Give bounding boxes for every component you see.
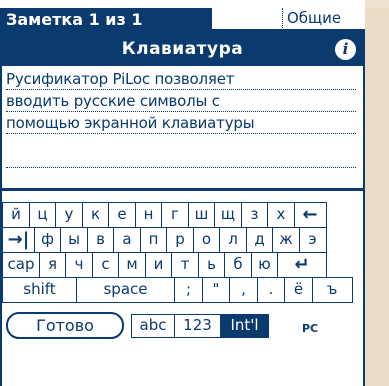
mode-123-button[interactable]: 123 [174,314,221,338]
key[interactable]: з [240,202,269,228]
key[interactable]: . [256,277,286,303]
key[interactable]: " [201,277,231,303]
key[interactable]: р [166,227,194,253]
note-title[interactable]: Заметка 1 из 1 [0,8,212,32]
palm-screen: Заметка 1 из 1 Общие Клавиатура i Русифи… [0,0,365,386]
pc-label: PC [302,322,319,335]
mode-intl-button[interactable]: Int'l [220,314,269,338]
key[interactable]: я [38,252,67,278]
key[interactable]: е [108,202,136,228]
key[interactable]: б [224,252,252,278]
key[interactable]: г [161,202,189,228]
done-button[interactable]: Готово [6,312,124,339]
backspace-key[interactable]: ← [293,202,327,228]
dialog-header: Клавиатура i [0,32,365,66]
keyboard-separator [2,188,363,191]
text-line: вводить русские символы с [6,90,356,112]
key[interactable]: у [55,202,83,228]
key[interactable]: ю [250,252,279,278]
key[interactable]: й [2,202,30,228]
keyboard-row: й ц у к е н г ш щ з х ← [2,202,363,228]
key[interactable]: т [171,252,199,278]
key[interactable]: ь [197,252,226,278]
key[interactable]: а [113,227,141,253]
key[interactable]: ъ [311,277,353,303]
key[interactable]: к [81,202,110,228]
title-bar: Заметка 1 из 1 Общие [0,8,365,32]
note-text-area[interactable]: Русификатор PiLoc позволяет вводить русс… [4,68,361,190]
text-line [6,146,356,168]
key[interactable]: э [298,227,327,253]
desktop-background-top [365,0,389,8]
key[interactable]: в [86,227,115,253]
info-icon[interactable]: i [335,39,356,60]
space-key[interactable]: space [75,277,176,303]
key[interactable]: о [192,227,221,253]
shift-key[interactable]: shift [2,277,77,303]
key[interactable]: и [144,252,173,278]
key[interactable]: , [229,277,258,303]
return-key[interactable]: ↵ [277,252,327,278]
key[interactable]: ; [174,277,203,303]
key[interactable]: м [118,252,146,278]
key[interactable]: ч [65,252,93,278]
text-line: помощью экранной клавиатуры [6,112,356,134]
tab-key[interactable]: →| [2,227,35,253]
key[interactable]: ф [33,227,62,253]
caps-key[interactable]: cap [2,252,40,278]
key[interactable]: ш [187,202,216,228]
key[interactable]: с [91,252,120,278]
key[interactable]: д [245,227,274,253]
desktop-background [365,0,389,386]
text-line: Русификатор PiLoc позволяет [6,68,356,90]
keyboard-row: →| ф ы в а п р о л д ж э [2,227,363,253]
key[interactable]: п [139,227,168,253]
keyboard-row: cap я ч с м и т ь б ю ↵ [2,252,363,278]
key[interactable]: ы [60,227,88,253]
key[interactable]: ё [284,277,313,303]
key[interactable]: ж [272,227,300,253]
key[interactable]: ц [28,202,57,228]
dialog-title: Клавиатура [121,39,244,59]
key[interactable]: л [219,227,247,253]
key[interactable]: х [267,202,295,228]
category-selector[interactable]: Общие [282,8,365,28]
key[interactable]: щ [214,202,242,228]
mode-abc-button[interactable]: abc [131,314,175,338]
key[interactable]: н [134,202,163,228]
keyboard-row: shift space; ",. ё ъ [2,277,363,303]
